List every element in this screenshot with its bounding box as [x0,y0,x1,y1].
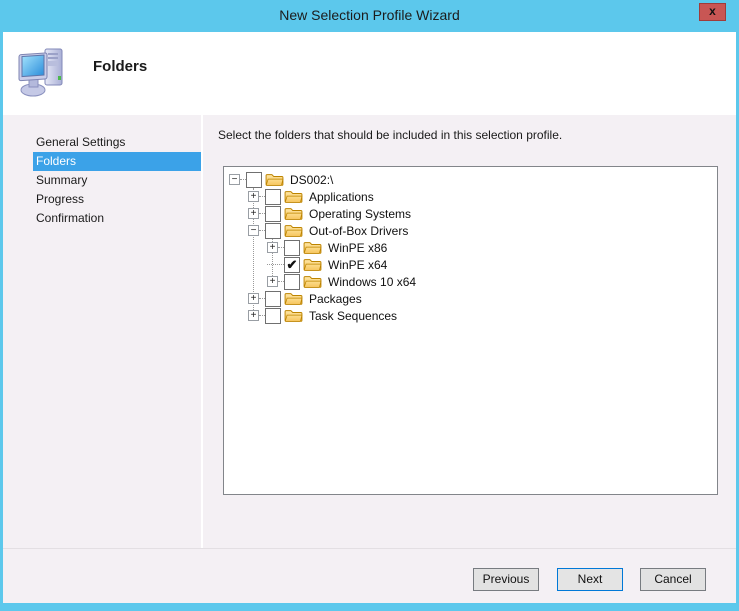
tree-row-task-sequences: + Task Sequences [224,307,717,324]
expand-icon[interactable]: + [267,276,278,287]
close-icon: x [709,5,716,17]
checkbox-ds002[interactable] [246,172,262,188]
footer-bar: Previous Next Cancel [3,548,736,603]
tree-row-applications: + Applications [224,188,717,205]
sidebar-item-confirmation[interactable]: Confirmation [33,209,201,228]
wizard-steps-sidebar: General Settings Folders Summary Progres… [3,115,203,548]
cancel-button[interactable]: Cancel [640,568,706,591]
expand-icon[interactable]: + [248,191,259,202]
expand-icon[interactable]: + [267,242,278,253]
collapse-icon[interactable]: − [248,225,259,236]
folder-icon [303,257,322,272]
close-button[interactable]: x [699,3,726,21]
folder-icon [265,172,284,187]
collapse-icon[interactable]: − [229,174,240,185]
tree-label[interactable]: Applications [307,190,376,204]
folder-icon [284,291,303,306]
folder-icon [303,240,322,255]
checkbox-winpe-x64[interactable]: ✔ [284,257,300,273]
checkbox-winpe-x86[interactable] [284,240,300,256]
tree-row-ds002: − DS002:\ [224,171,717,188]
checkbox-windows-10-x64[interactable] [284,274,300,290]
expand-icon[interactable]: + [248,310,259,321]
dialog-body: Folders General Settings Folders Summary… [3,32,736,603]
tree-label[interactable]: Operating Systems [307,207,413,221]
tree-label[interactable]: DS002:\ [288,173,335,187]
checkbox-operating-systems[interactable] [265,206,281,222]
checkbox-packages[interactable] [265,291,281,307]
sidebar-item-progress[interactable]: Progress [33,190,201,209]
tree-row-operating-systems: + Operating Systems [224,205,717,222]
folder-icon [303,274,322,289]
tree-connector [267,264,284,265]
page-title: Folders [93,58,147,75]
instruction-text: Select the folders that should be includ… [218,128,562,142]
sidebar-item-summary[interactable]: Summary [33,171,201,190]
folder-icon [284,223,303,238]
folder-icon [284,189,303,204]
next-button[interactable]: Next [557,568,623,591]
wizard-header: Folders [3,32,736,115]
tree-label[interactable]: Task Sequences [307,309,399,323]
checkmark-icon: ✔ [287,258,298,271]
tree-label[interactable]: WinPE x64 [326,258,389,272]
content-area: General Settings Folders Summary Progres… [3,115,736,548]
tree-row-windows-10-x64: + Windows 10 x64 [224,273,717,290]
sidebar-item-general-settings[interactable]: General Settings [33,133,201,152]
tree-row-packages: + Packages [224,290,717,307]
tree-label[interactable]: Out-of-Box Drivers [307,224,410,238]
folder-icon [284,308,303,323]
checkbox-out-of-box-drivers[interactable] [265,223,281,239]
tree-row-winpe-x64: ✔ WinPE x64 [224,256,717,273]
expand-icon[interactable]: + [248,208,259,219]
wizard-window: New Selection Profile Wizard x [0,0,739,611]
sidebar-item-folders[interactable]: Folders [33,152,201,171]
tree-label[interactable]: WinPE x86 [326,241,389,255]
tree-label[interactable]: Packages [307,292,364,306]
main-panel: Select the folders that should be includ… [205,115,736,548]
folder-icon [284,206,303,221]
checkbox-task-sequences[interactable] [265,308,281,324]
computer-icon [16,43,72,104]
tree-row-winpe-x86: + WinPE x86 [224,239,717,256]
previous-button[interactable]: Previous [473,568,539,591]
expand-icon[interactable]: + [248,293,259,304]
titlebar: New Selection Profile Wizard x [0,0,739,32]
tree-label[interactable]: Windows 10 x64 [326,275,418,289]
checkbox-applications[interactable] [265,189,281,205]
tree-row-out-of-box-drivers: − Out-of-Box Drivers [224,222,717,239]
folder-tree: − DS002:\ + Applications [223,166,718,495]
window-title: New Selection Profile Wizard [0,0,739,31]
